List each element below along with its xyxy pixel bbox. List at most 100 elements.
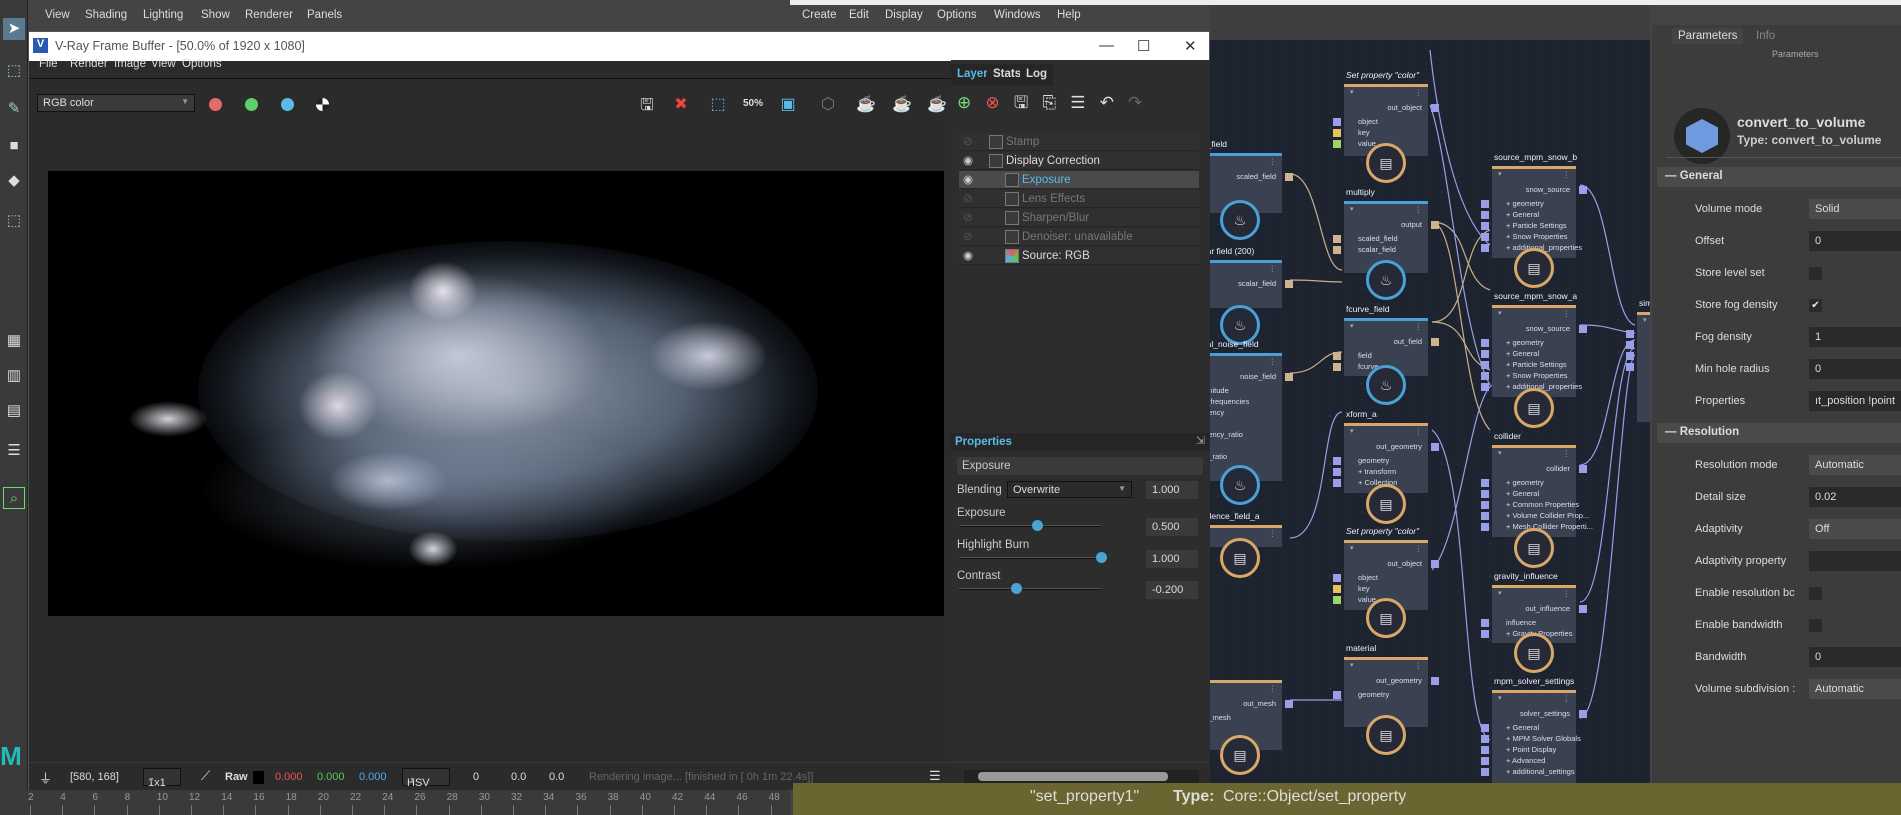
menu-windows[interactable]: Windows <box>994 9 1041 21</box>
enable-bandwidth-checkbox[interactable] <box>1809 619 1822 632</box>
input-port[interactable] <box>1333 691 1341 699</box>
section-header-resolution[interactable]: — Resolution <box>1657 423 1901 443</box>
input-port[interactable] <box>1481 222 1489 230</box>
node-collapse-icon[interactable]: ▾ <box>1350 544 1354 552</box>
layout-two-icon[interactable]: ▥ <box>3 365 25 387</box>
render-interactive-icon[interactable]: ☕ <box>854 94 878 116</box>
node-menu-icon[interactable]: ⋮ <box>1415 427 1423 436</box>
node-menu-icon[interactable]: ⋮ <box>1415 661 1423 670</box>
input-port[interactable] <box>1626 352 1634 360</box>
node-collapse-icon[interactable]: ▾ <box>1498 170 1502 178</box>
layer-row[interactable]: ⊘ Stamp <box>959 133 1199 151</box>
vfb-menu-options[interactable]: Options <box>182 58 222 70</box>
bandwidth-field[interactable]: 0 <box>1809 647 1901 667</box>
input-port[interactable] <box>1481 211 1489 219</box>
store-level-set-checkbox[interactable] <box>1809 267 1822 280</box>
properties-field[interactable]: ıt_position !point <box>1809 391 1901 411</box>
layout-icon[interactable]: ▦ <box>3 330 25 352</box>
graph-node[interactable]: ▾⋮scalar_fieldlue <box>1210 260 1293 308</box>
save-layers-icon[interactable]: 🖫 <box>1014 93 1028 112</box>
alpha-channel-toggle[interactable] <box>316 98 329 111</box>
input-port[interactable] <box>1333 468 1341 476</box>
input-port[interactable] <box>1481 757 1489 765</box>
input-port[interactable] <box>1481 768 1489 776</box>
volume-mode-dropdown[interactable]: Solid <box>1809 199 1901 219</box>
console-icon[interactable]: ☰ <box>929 768 941 784</box>
menu-options[interactable]: Options <box>937 9 977 21</box>
layer-row[interactable]: ⊘ Denoiser: unavailable <box>959 228 1199 246</box>
lock-icon[interactable]: ⏚ <box>39 768 52 787</box>
output-port[interactable] <box>1285 173 1293 181</box>
menu-create[interactable]: Create <box>802 9 837 21</box>
graph-node[interactable]: ▾⋮+ s+ c+ bset <box>1626 312 1650 422</box>
input-port[interactable] <box>1481 339 1489 347</box>
collapse-icon[interactable]: — <box>1665 426 1680 438</box>
input-port[interactable] <box>1626 341 1634 349</box>
graph-node[interactable]: ▾ ⋮ snow_source + geometry + General + Partic… <box>1481 305 1587 397</box>
store-fog-density-checkbox[interactable]: ✔ <box>1809 299 1822 312</box>
property-slider[interactable] <box>959 520 1101 531</box>
input-port[interactable] <box>1481 630 1489 638</box>
node-collapse-icon[interactable]: ▾ <box>1350 88 1354 96</box>
output-port[interactable] <box>1431 104 1439 112</box>
tab-log[interactable]: Log <box>1020 64 1054 86</box>
input-port[interactable] <box>1481 490 1489 498</box>
input-port[interactable] <box>1481 361 1489 369</box>
close-icon[interactable]: ✕ <box>1184 37 1197 55</box>
node-collapse-icon[interactable]: ▾ <box>1350 661 1354 669</box>
menu-help[interactable]: Help <box>1057 9 1081 21</box>
output-port[interactable] <box>1285 280 1293 288</box>
blue-channel-toggle[interactable] <box>281 98 294 111</box>
graph-node[interactable]: ▾ ⋮ out_geometry geometry + transform + Colle… <box>1333 423 1439 493</box>
node-menu-icon[interactable]: ⋮ <box>1269 264 1277 273</box>
node-menu-icon[interactable]: ⋮ <box>1563 449 1571 458</box>
node-menu-icon[interactable]: ⋮ <box>1415 88 1423 97</box>
layers-scrollbar[interactable] <box>964 770 1199 783</box>
input-port[interactable] <box>1333 246 1341 254</box>
output-port[interactable] <box>1285 373 1293 381</box>
layer-row[interactable]: ◉ Source: RGB <box>959 247 1199 265</box>
node-collapse-icon[interactable]: ▾ <box>1350 427 1354 435</box>
vfb-menu-file[interactable]: File <box>39 58 58 70</box>
menu-edit[interactable]: Edit <box>849 9 869 21</box>
input-port[interactable] <box>1626 363 1634 371</box>
input-port[interactable] <box>1481 724 1489 732</box>
menu-shading[interactable]: Shading <box>85 9 127 21</box>
section-header-general[interactable]: — General <box>1657 167 1901 187</box>
graph-node[interactable]: ▾ ⋮ snow_source + geometry + General + Partic… <box>1481 166 1587 258</box>
time-slider[interactable]: 2 4 6 8 10 12 14 16 18 20 22 24 26 28 30 32 34 36 38 40 42 44… <box>0 790 790 815</box>
layer-row[interactable]: ◉ Display Correction <box>959 152 1199 170</box>
adaptivity-dropdown[interactable]: Off <box>1809 519 1901 539</box>
output-port[interactable] <box>1579 186 1587 194</box>
scale-tool-icon[interactable]: ⬚ <box>3 210 25 232</box>
eye-icon[interactable]: ◉ <box>963 171 973 189</box>
property-slider[interactable] <box>959 551 1107 563</box>
outliner-icon[interactable]: ☰ <box>3 440 25 462</box>
minimize-icon[interactable]: — <box>1099 37 1114 54</box>
input-port[interactable] <box>1333 585 1341 593</box>
input-port[interactable] <box>1333 479 1341 487</box>
input-port[interactable] <box>1481 383 1489 391</box>
menu-panels[interactable]: Panels <box>307 9 342 21</box>
graph-node[interactable]: ▾ ⋮ collider + geometry + General + Common Pr… <box>1481 445 1593 537</box>
paint-tool-icon[interactable]: ✎ <box>3 98 25 120</box>
input-port[interactable] <box>1333 363 1341 371</box>
graph-node[interactable]: ▾ ⋮ solver_settings + General + MPM Solver G… <box>1481 690 1587 783</box>
select-tool-icon[interactable]: ➤ <box>3 18 25 40</box>
vfb-menu-render[interactable]: Render <box>70 58 108 70</box>
node-menu-icon[interactable]: ⋮ <box>1269 684 1277 693</box>
properties-menu-icon[interactable]: ⇲ <box>1196 434 1205 447</box>
node-collapse-icon[interactable]: ▾ <box>1498 694 1502 702</box>
save-image-icon[interactable]: 🖫 <box>635 94 659 116</box>
node-menu-icon[interactable]: ⋮ <box>1269 357 1277 366</box>
input-port[interactable] <box>1481 233 1489 241</box>
detail-size-field[interactable]: 0.02 <box>1809 487 1901 507</box>
redo-icon[interactable]: ↷ <box>1128 93 1142 112</box>
lasso-tool-icon[interactable]: ⬚ <box>3 60 25 82</box>
clear-image-icon[interactable]: ✖ <box>669 94 693 116</box>
vfb-menu-image[interactable]: Image <box>114 58 146 70</box>
input-port[interactable] <box>1481 372 1489 380</box>
input-port[interactable] <box>1481 350 1489 358</box>
eye-hidden-icon[interactable]: ⊘ <box>963 209 973 227</box>
stop-render-icon[interactable]: ☕ <box>890 94 914 116</box>
